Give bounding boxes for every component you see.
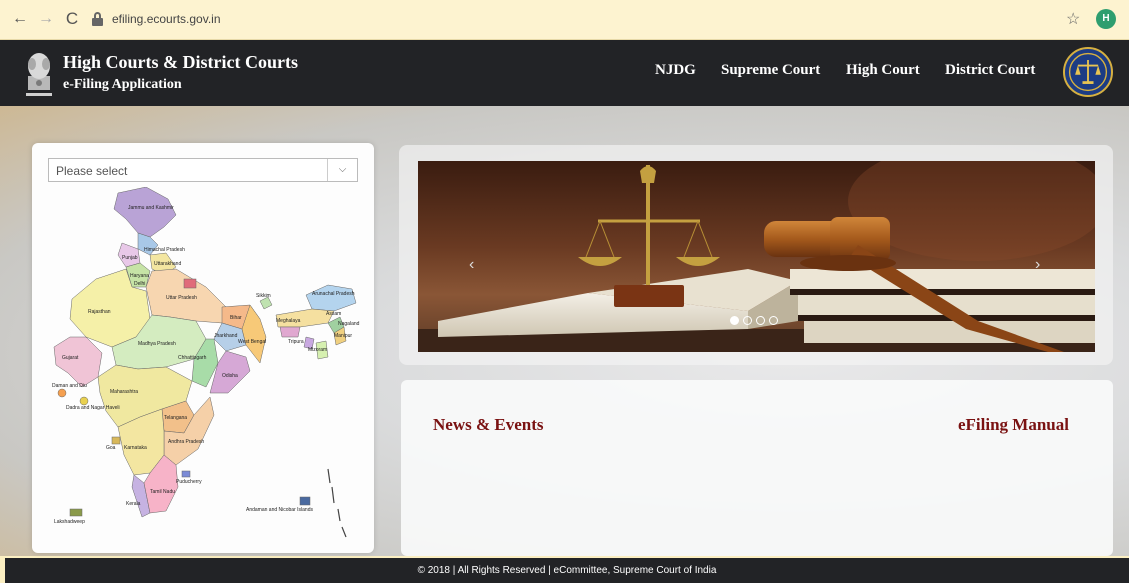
state-label-rajasthan: Rajasthan	[88, 309, 111, 315]
state-label-jammu-kashmir: Jammu and Kashmir	[128, 205, 174, 211]
state-label-arunachal-pradesh: Arunachal Pradesh	[312, 291, 355, 297]
state-label-uttarakhand: Uttarakhand	[154, 261, 181, 267]
state-label-bihar: Bihar	[230, 315, 242, 321]
state-jammu-kashmir[interactable]	[113, 187, 177, 238]
forward-arrow-icon[interactable]: →	[36, 9, 56, 29]
state-map-panel: Please select ⌵ Jammu and Kashmir Himach…	[32, 143, 374, 553]
state-label-telangana: Telangana	[164, 415, 187, 421]
national-emblem-icon	[26, 53, 52, 96]
nav-link-njdg[interactable]: NJDG	[655, 62, 696, 79]
state-label-delhi: Delhi	[134, 281, 145, 287]
state-label-jharkhand: Jharkhand	[214, 333, 238, 339]
news-panel	[401, 380, 1113, 556]
address-bar[interactable]: efiling.ecourts.gov.in	[112, 12, 221, 26]
state-label-mizoram: Mizoram	[308, 347, 327, 353]
carousel-dot[interactable]	[743, 316, 752, 325]
browser-toolbar: ← → C efiling.ecourts.gov.in ☆ H	[0, 0, 1129, 40]
carousel-prev-arrow-icon[interactable]: ‹	[469, 256, 474, 274]
carousel-dot[interactable]	[756, 316, 765, 325]
state-label-tripura: Tripura	[288, 339, 304, 345]
state-label-himachal-pradesh: Himachal Pradesh	[144, 247, 185, 253]
state-arunachal-pradesh[interactable]	[305, 284, 357, 312]
lock-icon	[92, 12, 103, 26]
chevron-down-icon[interactable]: ⌵	[327, 159, 357, 181]
state-dadra-nagar-haveli[interactable]	[79, 396, 89, 406]
state-label-haryana: Haryana	[130, 273, 149, 279]
state-lakshadweep[interactable]	[69, 508, 83, 517]
carousel-next-arrow-icon[interactable]: ›	[1035, 256, 1040, 274]
state-label-kerala: Kerala	[126, 501, 141, 507]
state-daman-diu[interactable]	[57, 388, 67, 398]
state-select-value: Please select	[56, 164, 128, 178]
state-label-karnataka: Karnataka	[124, 445, 147, 451]
state-label-puducherry: Puducherry	[176, 479, 202, 485]
state-meghalaya[interactable]	[279, 326, 301, 338]
state-label-nagaland: Nagaland	[338, 321, 360, 327]
state-label-sikkim: Sikkim	[256, 293, 271, 299]
carousel-indicators	[730, 312, 782, 330]
state-label-uttar-pradesh: Uttar Pradesh	[166, 295, 197, 301]
nav-link-high-court[interactable]: High Court	[846, 62, 920, 79]
state-select[interactable]: Please select ⌵	[48, 158, 358, 182]
state-label-assam: Assam	[326, 311, 341, 317]
state-label-odisha: Odisha	[222, 373, 238, 379]
page-footer: © 2018 | All Rights Reserved | eCommitte…	[5, 558, 1129, 583]
state-label-gujarat: Gujarat	[62, 355, 79, 361]
state-label-andaman-nicobar: Andaman and Nicobar Islands	[246, 507, 313, 513]
state-goa[interactable]	[111, 436, 121, 445]
state-delhi[interactable]	[183, 278, 197, 289]
ecourts-seal-icon	[1063, 47, 1113, 97]
state-puducherry[interactable]	[181, 470, 191, 478]
nav-link-supreme-court[interactable]: Supreme Court	[721, 62, 820, 79]
state-label-goa: Goa	[106, 445, 116, 451]
carousel-dot[interactable]	[769, 316, 778, 325]
state-label-andhra-pradesh: Andhra Pradesh	[168, 439, 204, 445]
news-events-heading[interactable]: News & Events	[433, 415, 544, 435]
state-label-chhattisgarh: Chhattisgarh	[178, 355, 207, 361]
bookmark-star-icon[interactable]: ☆	[1066, 9, 1080, 29]
nav-link-district-court[interactable]: District Court	[945, 62, 1035, 79]
carousel-dot[interactable]	[730, 316, 739, 325]
india-map[interactable]: Jammu and Kashmir Himachal Pradesh Punja…	[46, 187, 362, 549]
state-gujarat[interactable]	[53, 336, 103, 388]
state-label-daman-diu: Daman and Diu	[52, 383, 87, 389]
site-subtitle: e-Filing Application	[63, 77, 182, 92]
site-title: High Courts & District Courts	[63, 52, 298, 72]
state-label-manipur: Manipur	[334, 333, 352, 339]
image-carousel[interactable]: ‹ ›	[418, 161, 1095, 352]
state-label-maharashtra: Maharashtra	[110, 389, 138, 395]
state-label-punjab: Punjab	[122, 255, 138, 261]
back-arrow-icon[interactable]: ←	[10, 9, 30, 29]
state-label-dadra-nagar-haveli: Dadra and Nagar Haveli	[66, 405, 120, 411]
state-label-tamil-nadu: Tamil Nadu	[150, 489, 175, 495]
state-label-west-bengal: West Bengal	[238, 339, 266, 345]
profile-avatar[interactable]: H	[1096, 9, 1116, 29]
reload-icon[interactable]: C	[62, 9, 82, 29]
state-label-lakshadweep: Lakshadweep	[54, 519, 85, 525]
state-label-meghalaya: Meghalaya	[276, 318, 301, 324]
state-label-madhya-pradesh: Madhya Pradesh	[138, 341, 176, 347]
efiling-manual-heading[interactable]: eFiling Manual	[958, 415, 1069, 435]
state-andaman-nicobar[interactable]	[299, 496, 311, 506]
site-header: High Courts & District Courts e-Filing A…	[0, 40, 1129, 106]
